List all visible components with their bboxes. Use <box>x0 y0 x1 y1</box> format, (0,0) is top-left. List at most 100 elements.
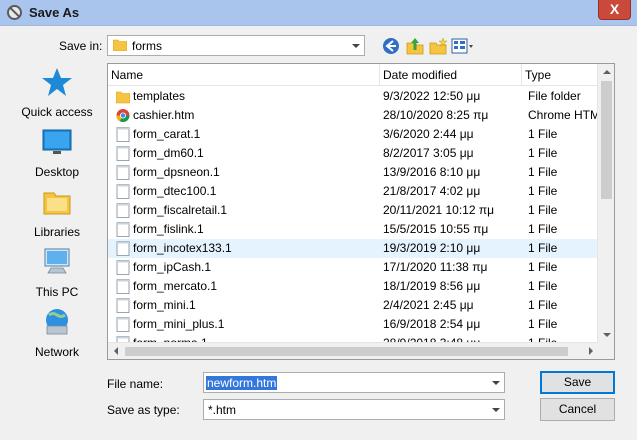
column-header-name[interactable]: Name <box>108 64 380 86</box>
save-as-type-label: Save as type: <box>107 403 180 417</box>
file-type-cell: File folder <box>528 89 581 103</box>
file-type-cell: Chrome HTML Document <box>528 108 599 122</box>
horizontal-scroll-thumb[interactable] <box>125 347 568 356</box>
file-name-cell: form_dtec100.1 <box>133 184 217 198</box>
file-date-cell: 2/4/2021 2:45 μμ <box>383 298 474 312</box>
chevron-down-icon <box>351 43 360 48</box>
file-name-field[interactable]: newform.htm <box>203 372 505 393</box>
scroll-right-icon[interactable] <box>589 347 593 355</box>
back-icon[interactable] <box>381 36 401 56</box>
file-type-cell: 1 File <box>528 279 558 293</box>
up-folder-icon[interactable] <box>405 36 425 56</box>
save-as-type-value: *.htm <box>208 403 237 417</box>
table-row[interactable]: cashier.htm 28/10/2020 8:25 πμ Chrome HTML… <box>108 106 599 125</box>
file-name-value[interactable]: newform.htm <box>206 376 278 390</box>
table-row[interactable]: form_mercato.1 18/1/2019 8:56 μμ 1 File <box>108 277 599 296</box>
close-button[interactable]: X <box>598 0 631 20</box>
file-date-cell: 19/3/2019 2:10 μμ <box>383 241 481 255</box>
libraries-icon <box>43 192 71 215</box>
place-desktop[interactable]: Desktop <box>18 126 96 179</box>
file-date-cell: 20/11/2021 10:12 πμ <box>383 203 495 217</box>
file-icon <box>116 146 130 161</box>
folder-icon <box>116 91 130 104</box>
save-as-type-select[interactable]: *.htm <box>203 399 505 420</box>
save-in-dropdown-button[interactable] <box>347 36 364 55</box>
file-icon <box>116 241 130 256</box>
vertical-scrollbar[interactable] <box>597 64 614 343</box>
file-type-cell: 1 File <box>528 260 558 274</box>
table-row[interactable]: form_dm60.1 8/2/2017 3:05 μμ 1 File <box>108 144 599 163</box>
file-name-cell: form_mercato.1 <box>133 279 218 293</box>
file-icon <box>116 260 130 275</box>
file-type-cell: 1 File <box>528 298 558 312</box>
file-rows: templates 9/3/2022 12:50 μμ File folder cas… <box>108 87 599 343</box>
file-name-cell: templates <box>133 89 186 103</box>
place-network[interactable]: Network <box>18 306 96 359</box>
scroll-left-icon[interactable] <box>114 347 118 355</box>
cancel-button[interactable]: Cancel <box>540 398 615 421</box>
scroll-up-icon[interactable] <box>603 70 611 74</box>
file-icon <box>116 165 130 180</box>
file-name-cell: form_incotex133.1 <box>133 241 232 255</box>
column-header-date[interactable]: Date modified <box>380 64 522 86</box>
place-libraries[interactable]: Libraries <box>18 186 96 239</box>
file-date-cell: 8/2/2017 3:05 μμ <box>383 146 474 160</box>
title-bar: Save As X <box>0 0 637 26</box>
table-row[interactable]: form_mini_plus.1 16/9/2018 2:54 μμ 1 File <box>108 315 599 334</box>
file-icon <box>116 127 130 142</box>
file-date-cell: 15/5/2015 10:55 πμ <box>383 222 489 236</box>
desktop-icon <box>42 129 72 154</box>
file-name-dropdown-button[interactable] <box>487 373 504 392</box>
table-row[interactable]: form_fislink.1 15/5/2015 10:55 πμ 1 File <box>108 220 599 239</box>
file-date-cell: 28/10/2020 8:25 πμ <box>383 108 489 122</box>
table-row[interactable]: templates 9/3/2022 12:50 μμ File folder <box>108 87 599 106</box>
save-in-combo[interactable]: forms <box>107 35 365 56</box>
table-row[interactable]: form_dtec100.1 21/8/2017 4:02 μμ 1 File <box>108 182 599 201</box>
place-quick-access[interactable]: Quick access <box>18 66 96 119</box>
folder-icon <box>113 39 127 51</box>
file-date-cell: 16/9/2018 2:54 μμ <box>383 317 481 331</box>
new-folder-icon[interactable] <box>428 36 448 56</box>
scroll-down-icon[interactable] <box>603 333 611 337</box>
place-label: This PC <box>35 285 79 299</box>
chevron-down-icon <box>491 407 500 412</box>
place-label: Quick access <box>21 105 93 119</box>
list-header: Name Date modified Type <box>108 64 599 86</box>
save-in-value: forms <box>132 39 162 53</box>
file-icon <box>116 184 130 199</box>
file-name-cell: form_dm60.1 <box>133 146 204 160</box>
file-name-cell: form_carat.1 <box>133 127 201 141</box>
column-header-type[interactable]: Type <box>522 64 599 86</box>
network-icon <box>46 309 68 335</box>
file-date-cell: 21/8/2017 4:02 μμ <box>383 184 481 198</box>
view-menu-icon[interactable] <box>451 36 475 56</box>
window-title: Save As <box>29 5 80 20</box>
file-date-cell: 17/1/2020 11:38 πμ <box>383 260 488 274</box>
horizontal-scrollbar[interactable] <box>108 342 599 359</box>
file-icon <box>116 203 130 218</box>
table-row[interactable]: form_mini.1 2/4/2021 2:45 μμ 1 File <box>108 296 599 315</box>
place-this-pc[interactable]: This PC <box>18 246 96 299</box>
file-date-cell: 9/3/2022 12:50 μμ <box>383 89 481 103</box>
file-date-cell: 18/1/2019 8:56 μμ <box>383 279 481 293</box>
file-list[interactable]: Name Date modified Type templates 9/3/202… <box>107 63 615 360</box>
file-date-cell: 3/6/2020 2:44 μμ <box>383 127 474 141</box>
save-as-type-dropdown-button[interactable] <box>487 400 504 419</box>
file-type-cell: 1 File <box>528 165 558 179</box>
table-row[interactable]: form_incotex133.1 19/3/2019 2:10 μμ 1 File <box>108 239 599 258</box>
save-button[interactable]: Save <box>540 371 615 394</box>
table-row[interactable]: form_fiscalretail.1 20/11/2021 10:12 πμ 1 … <box>108 201 599 220</box>
file-name-cell: form_fiscalretail.1 <box>133 203 228 217</box>
chrome-icon <box>116 109 130 122</box>
table-row[interactable]: form_dpsneon.1 13/9/2016 8:10 μμ 1 File <box>108 163 599 182</box>
file-name-label: File name: <box>107 377 164 391</box>
file-date-cell: 13/9/2016 8:10 μμ <box>383 165 481 179</box>
table-row[interactable]: form_carat.1 3/6/2020 2:44 μμ 1 File <box>108 125 599 144</box>
file-icon <box>116 298 130 313</box>
vertical-scroll-thumb[interactable] <box>601 81 612 199</box>
file-type-cell: 1 File <box>528 317 558 331</box>
place-label: Desktop <box>34 165 80 179</box>
table-row[interactable]: form_ipCash.1 17/1/2020 11:38 πμ 1 File <box>108 258 599 277</box>
file-type-cell: 1 File <box>528 127 558 141</box>
file-icon <box>116 222 130 237</box>
